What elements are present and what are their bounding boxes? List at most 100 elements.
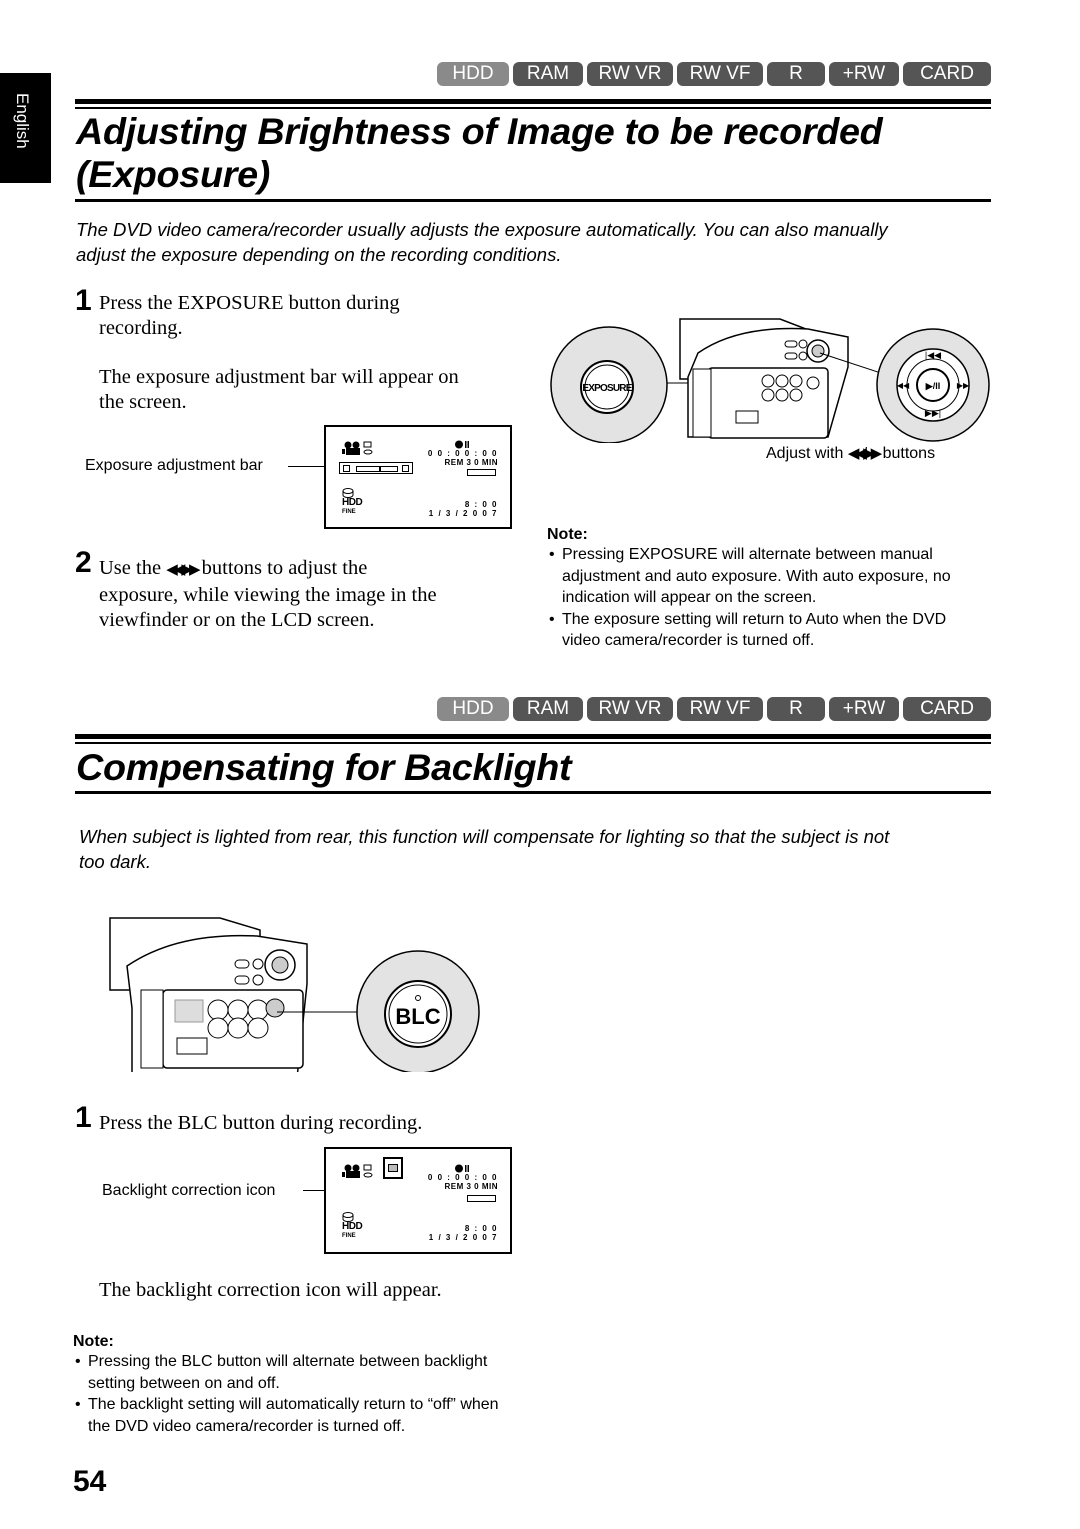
exposure-minus-icon [343,465,350,472]
section-rule-top-thin [75,107,991,109]
badge-plus-rw: +RW [829,62,899,86]
camcorder-exposure-figure: EXPOSURE ▶/II |◀◀ ▶▶| ◀◀ ▶▶ [550,318,990,443]
badge-r: R [767,62,825,86]
exposure-bar-callout: Exposure adjustment bar [85,457,263,474]
section-rule-top [75,734,991,739]
step-text-line: The exposure adjustment bar will appear … [99,366,459,388]
intro-line: too dark. [79,851,151,872]
step-text-line: viewfinder or on the LCD screen. [99,609,375,631]
step-number: 1 [75,284,92,317]
backlight-icon-callout: Backlight correction icon [102,1182,276,1199]
step-text-line: Press the BLC button during recording. [99,1112,423,1134]
note-title: Note: [547,526,588,543]
section-rule-bottom [75,199,991,202]
note-exposure: Note: Pressing EXPOSURE will alternate b… [547,526,987,652]
badge-card: CARD [903,62,991,86]
step2-text: Use the ◀◀/▶▶ buttons to adjust the expo… [99,556,519,633]
note-item: The exposure setting will return to Auto… [547,609,987,652]
intro-line: When subject is lighted from rear, this … [79,826,890,847]
text-fragment: Adjust with [766,445,844,462]
lcd-screen-blc: 0 0 : 0 0 : 0 0 REM 3 0 MIN HDD FINE 8 :… [324,1147,512,1254]
section2-intro: When subject is lighted from rear, this … [79,824,999,874]
rewind-forward-buttons-icon: ◀◀/▶▶ [166,562,200,578]
step-text-line: Press the EXPOSURE button during [99,292,400,314]
step-text-line: recording. [99,317,183,339]
lcd-quality: FINE [342,509,356,515]
badge-rw-vf: RW VF [677,62,763,86]
lcd-counter: 0 0 : 0 0 : 0 0 [427,449,498,458]
battery-icon [467,469,496,476]
step-number: 2 [75,546,92,579]
exposure-level-marker [379,466,381,472]
section2-title: Compensating for Backlight [76,747,572,788]
note-item: Pressing EXPOSURE will alternate between… [547,544,987,609]
note-title: Note: [73,1333,114,1350]
exposure-adjustment-bar [339,462,413,474]
badge-rw-vf: RW VF [677,697,763,721]
lcd-remaining: REM 3 0 MIN [444,1182,498,1191]
section1-intro: The DVD video camera/recorder usually ad… [76,217,996,267]
record-pause-icon [455,440,469,449]
section-rule-top [75,99,991,104]
exposure-button-label: EXPOSURE [582,383,632,394]
step-text-line: Use the ◀◀/▶▶ buttons to adjust the [99,556,519,583]
note-list: Pressing the BLC button will alternate b… [73,1351,513,1437]
lcd-counter: 0 0 : 0 0 : 0 0 [427,1173,498,1182]
page-number: 54 [73,1465,107,1498]
lcd-media: HDD [342,1221,363,1232]
figure-caption-adjust: Adjust with ◀◀/▶▶ buttons [766,444,935,464]
camcorder-blc-figure: BLC [109,917,480,1072]
badge-hdd: HDD [437,697,509,721]
note-item: The backlight setting will automatically… [73,1394,513,1437]
language-tab-label: English [13,93,32,149]
section-rule-top-thin [75,742,991,744]
badge-ram: RAM [513,62,583,86]
section-rule-bottom [75,791,991,794]
step1-text: Press the EXPOSURE button during recordi… [99,291,519,415]
camera-mode-icon [342,1164,373,1178]
media-badges-top: HDD RAM RW VR RW VF R +RW CARD [437,62,991,86]
svg-text:▶▶|: ▶▶| [925,408,941,418]
svg-text:◀◀: ◀◀ [897,381,910,390]
intro-line: adjust the exposure depending on the rec… [76,244,562,265]
badge-hdd: HDD [437,62,509,86]
note-backlight: Note: Pressing the BLC button will alter… [73,1333,513,1437]
text-fragment: buttons to adjust the [201,557,368,579]
section1-title-line1: Adjusting Brightness of Image to be reco… [76,111,883,152]
lcd-date: 1 / 3 / 2 0 0 7 [428,1233,498,1242]
lcd-quality: FINE [342,1233,356,1239]
text-fragment: Use the [99,557,162,579]
step-text-line: exposure, while viewing the image in the [99,584,437,606]
backlight-result-text: The backlight correction icon will appea… [99,1279,442,1301]
lcd-screen-exposure: 0 0 : 0 0 : 0 0 REM 3 0 MIN HDD FINE 8 :… [324,425,512,529]
section1-title-line2: (Exposure) [76,154,271,195]
backlight-correction-icon [383,1157,403,1179]
badge-ram: RAM [513,697,583,721]
exposure-track [356,466,398,472]
step-number: 1 [75,1101,92,1134]
svg-text:|◀◀: |◀◀ [925,350,941,360]
battery-icon [467,1195,496,1202]
lcd-remaining: REM 3 0 MIN [444,458,498,467]
note-item: Pressing the BLC button will alternate b… [73,1351,513,1394]
record-pause-icon [455,1164,469,1173]
language-tab: English [0,73,51,183]
rewind-forward-buttons-icon: ◀◀/▶▶ [847,445,882,462]
lcd-time: 8 : 0 0 [464,500,498,509]
badge-plus-rw: +RW [829,697,899,721]
badge-card: CARD [903,697,991,721]
badge-rw-vr: RW VR [587,62,673,86]
text-fragment: buttons [882,445,936,462]
svg-text:▶/II: ▶/II [925,381,940,391]
lcd-date: 1 / 3 / 2 0 0 7 [428,509,498,518]
media-badges-bottom: HDD RAM RW VR RW VF R +RW CARD [437,697,991,721]
intro-line: The DVD video camera/recorder usually ad… [76,219,888,240]
camera-mode-icon [342,441,373,455]
note-list: Pressing EXPOSURE will alternate between… [547,544,987,652]
badge-rw-vr: RW VR [587,697,673,721]
lcd-media: HDD [342,497,363,508]
svg-text:▶▶: ▶▶ [957,381,970,390]
blc-button-label: BLC [395,1004,440,1029]
badge-r: R [767,697,825,721]
section1-title: Adjusting Brightness of Image to be reco… [76,110,883,196]
